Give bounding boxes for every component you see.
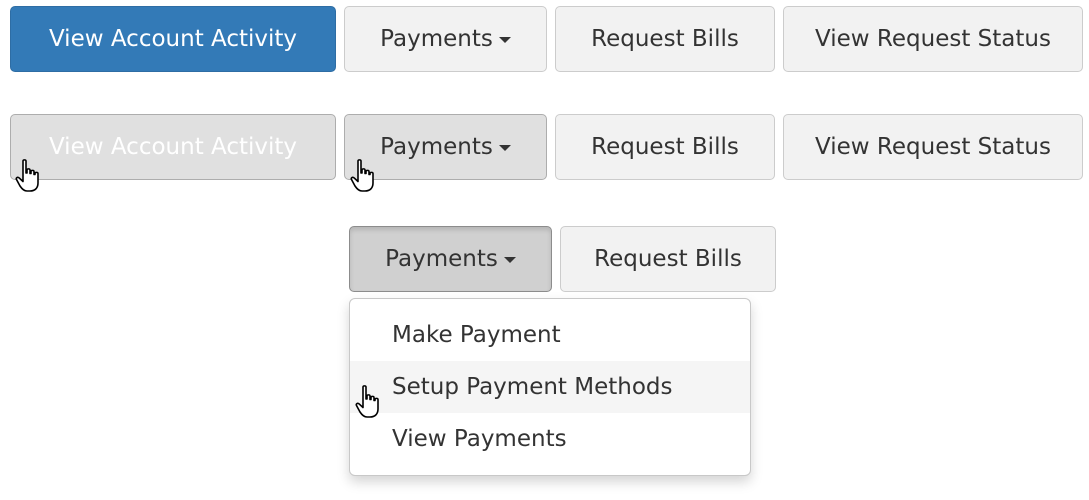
caret-down-icon — [503, 256, 516, 263]
request-bills-label: Request Bills — [591, 134, 739, 160]
view-account-activity-label: View Account Activity — [48, 134, 298, 160]
payments-label: Payments — [385, 246, 498, 272]
request-bills-button[interactable]: Request Bills — [555, 114, 775, 180]
request-bills-button[interactable]: Request Bills — [555, 6, 775, 72]
request-bills-label: Request Bills — [591, 26, 739, 52]
payments-dropdown-button[interactable]: Payments — [344, 6, 547, 72]
view-account-activity-button-hover[interactable]: View Account Activity — [10, 114, 336, 180]
request-bills-label: Request Bills — [594, 246, 742, 272]
view-account-activity-label: View Account Activity — [48, 26, 298, 52]
view-request-status-label: View Request Status — [815, 26, 1051, 52]
caret-down-icon — [498, 144, 511, 151]
button-group-normal: View Account Activity Payments Request B… — [10, 6, 1083, 72]
button-group-open: Payments Request Bills — [349, 226, 776, 292]
payments-label: Payments — [380, 134, 493, 160]
view-request-status-label: View Request Status — [815, 134, 1051, 160]
view-request-status-button[interactable]: View Request Status — [783, 6, 1083, 72]
request-bills-button[interactable]: Request Bills — [560, 226, 776, 292]
view-request-status-button[interactable]: View Request Status — [783, 114, 1083, 180]
payments-dropdown-button-active[interactable]: Payments — [349, 226, 552, 292]
payments-label: Payments — [380, 26, 493, 52]
dropdown-item-make-payment[interactable]: Make Payment — [350, 309, 750, 361]
view-account-activity-button[interactable]: View Account Activity — [10, 6, 336, 72]
payments-dropdown-menu: Make Payment Setup Payment Methods View … — [349, 298, 751, 476]
dropdown-item-setup-payment-methods[interactable]: Setup Payment Methods — [350, 361, 750, 413]
button-group-hover: View Account Activity Payments Request B… — [10, 114, 1083, 180]
dropdown-item-view-payments[interactable]: View Payments — [350, 413, 750, 465]
payments-dropdown-button-hover[interactable]: Payments — [344, 114, 547, 180]
caret-down-icon — [498, 36, 511, 43]
